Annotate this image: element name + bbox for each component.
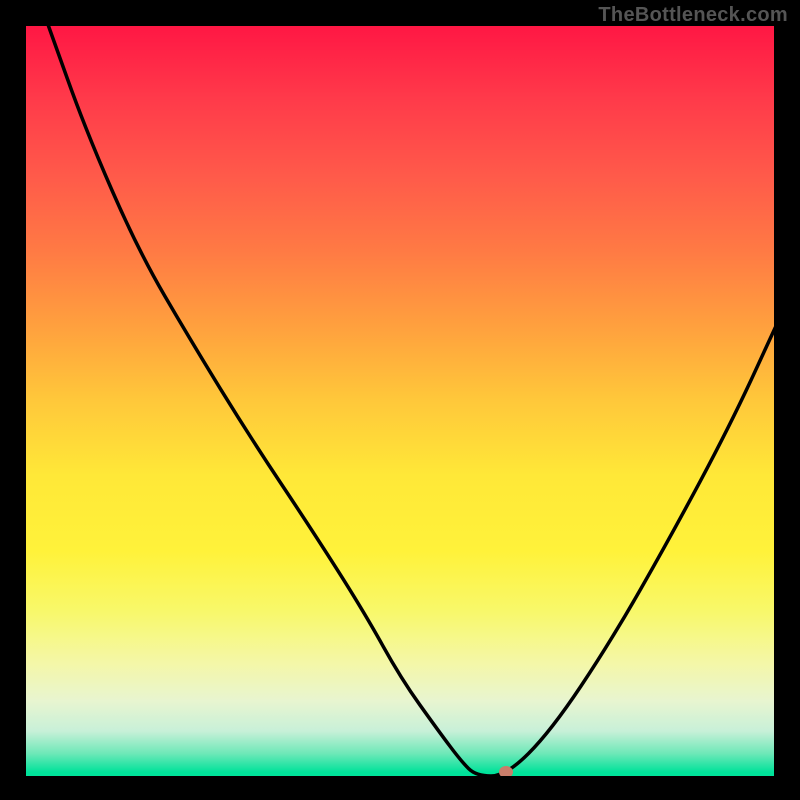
plot-area	[26, 26, 776, 776]
chart-container: TheBottleneck.com	[0, 0, 800, 800]
optimal-point-marker	[499, 766, 513, 776]
curve-svg	[26, 26, 776, 776]
bottleneck-curve	[49, 26, 777, 776]
watermark-text: TheBottleneck.com	[598, 4, 788, 27]
